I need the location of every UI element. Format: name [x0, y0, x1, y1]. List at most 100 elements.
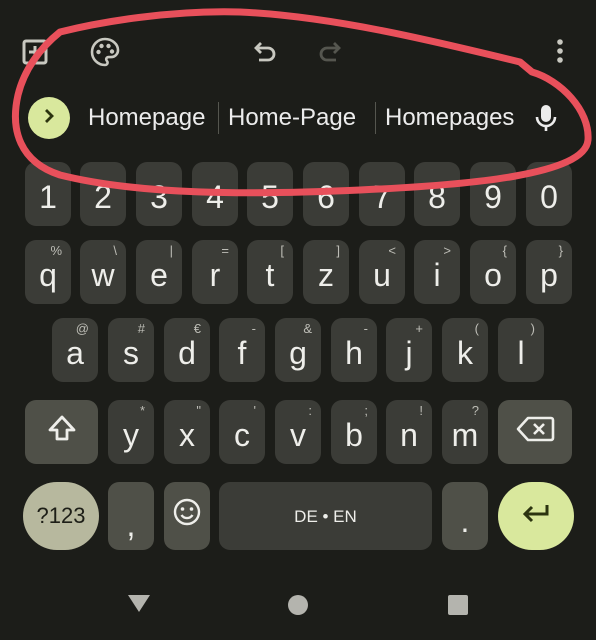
more-vert-icon[interactable]: [548, 34, 572, 68]
key-l[interactable]: ) l: [498, 318, 544, 382]
comma-key[interactable]: ,: [108, 482, 154, 550]
space-key[interactable]: DE • EN: [219, 482, 432, 550]
key-m[interactable]: ? m: [442, 400, 488, 464]
key-k[interactable]: (k: [442, 318, 488, 382]
key-label: 7: [373, 179, 391, 215]
emoji-key[interactable]: [164, 482, 210, 550]
key-label: 8: [428, 179, 446, 215]
palette-icon[interactable]: [86, 33, 124, 71]
suggestion-3[interactable]: Homepages: [385, 102, 514, 134]
key-6[interactable]: 6: [303, 162, 349, 226]
redo-icon[interactable]: [314, 34, 348, 68]
key-label: 6: [317, 179, 335, 215]
key-0[interactable]: 0: [526, 162, 572, 226]
enter-key[interactable]: [498, 482, 574, 550]
key-3[interactable]: 3: [136, 162, 182, 226]
key-label: 1: [39, 179, 57, 215]
key-hint: #: [137, 321, 145, 336]
key-label: d: [178, 335, 196, 371]
key-n[interactable]: ! n: [386, 400, 432, 464]
add-box-icon[interactable]: [18, 35, 52, 69]
key-hint: &: [303, 321, 312, 336]
key-v[interactable]: :v: [275, 400, 321, 464]
key-label: q: [39, 257, 57, 293]
key-w[interactable]: \ w: [80, 240, 126, 304]
key-i[interactable]: > i: [414, 240, 460, 304]
key-8[interactable]: 8: [414, 162, 460, 226]
key-1[interactable]: 1: [25, 162, 71, 226]
key-label: 4: [206, 179, 224, 215]
key-f[interactable]: -f: [219, 318, 265, 382]
key-e[interactable]: | e: [136, 240, 182, 304]
key-b[interactable]: ; b: [331, 400, 377, 464]
key-label: 0: [540, 179, 558, 215]
backspace-key[interactable]: [498, 400, 572, 464]
back-icon[interactable]: [124, 590, 154, 616]
key-hint: :: [308, 403, 312, 418]
key-7[interactable]: 7: [359, 162, 405, 226]
key-5[interactable]: 5: [247, 162, 293, 226]
key-label: h: [345, 335, 363, 371]
key-q[interactable]: % q: [25, 240, 71, 304]
key-s[interactable]: # s: [108, 318, 154, 382]
shift-key[interactable]: [25, 400, 98, 464]
key-9[interactable]: 9: [470, 162, 516, 226]
key-label: 9: [484, 179, 502, 215]
key-2[interactable]: 2: [80, 162, 126, 226]
suggestion-divider: [375, 102, 376, 134]
key-g[interactable]: & g: [275, 318, 321, 382]
undo-icon[interactable]: [247, 34, 281, 68]
key-p[interactable]: } p: [526, 240, 572, 304]
key-hint: ;: [364, 403, 368, 418]
key-label: t: [265, 257, 275, 293]
key-label: n: [400, 417, 418, 453]
key-label: w: [91, 257, 115, 293]
home-icon[interactable]: [286, 593, 310, 617]
key-label: .: [460, 503, 470, 539]
key-hint: %: [50, 243, 62, 258]
key-label: i: [433, 257, 441, 293]
key-o[interactable]: {o: [470, 240, 516, 304]
key-label: m: [451, 417, 479, 453]
suggestion-1[interactable]: Homepage: [88, 102, 205, 134]
suggestion-strip: Homepage Home-Page Homepages: [0, 92, 596, 144]
key-x[interactable]: " x: [164, 400, 210, 464]
key-hint: |: [169, 243, 173, 258]
key-u[interactable]: < u: [359, 240, 405, 304]
key-hint: ": [196, 403, 201, 418]
key-hint: <: [388, 243, 396, 258]
key-label: c: [234, 417, 250, 453]
key-label: 5: [261, 179, 279, 215]
suggestion-2[interactable]: Home-Page: [228, 102, 356, 134]
key-hint: *: [139, 403, 145, 418]
key-hint: €: [193, 321, 201, 336]
key-d[interactable]: € d: [164, 318, 210, 382]
key-y[interactable]: * y: [108, 400, 154, 464]
key-label: z: [318, 257, 334, 293]
key-label: r: [209, 257, 221, 293]
key-z[interactable]: ] z: [303, 240, 349, 304]
key-label: f: [237, 335, 247, 371]
key-r[interactable]: = r: [192, 240, 238, 304]
key-j[interactable]: + j: [386, 318, 432, 382]
mic-icon[interactable]: [530, 102, 562, 134]
key-t[interactable]: [t: [247, 240, 293, 304]
key-label: b: [345, 417, 363, 453]
key-h[interactable]: -h: [331, 318, 377, 382]
symbols-key[interactable]: ?123: [23, 482, 99, 550]
recents-icon[interactable]: [446, 593, 470, 617]
key-a[interactable]: @ a: [52, 318, 98, 382]
enter-icon: [519, 498, 553, 535]
expand-suggestions-button[interactable]: [28, 97, 70, 139]
key-4[interactable]: 4: [192, 162, 238, 226]
key-c[interactable]: ' c: [219, 400, 265, 464]
key-hint: \: [113, 243, 117, 258]
key-hint: ]: [336, 243, 340, 258]
key-label: y: [123, 417, 139, 453]
key-label: j: [405, 335, 413, 371]
period-key[interactable]: .: [442, 482, 488, 550]
backspace-icon: [515, 414, 555, 451]
key-hint: (: [474, 321, 479, 336]
shift-icon: [46, 413, 78, 451]
key-hint: [: [280, 243, 284, 258]
